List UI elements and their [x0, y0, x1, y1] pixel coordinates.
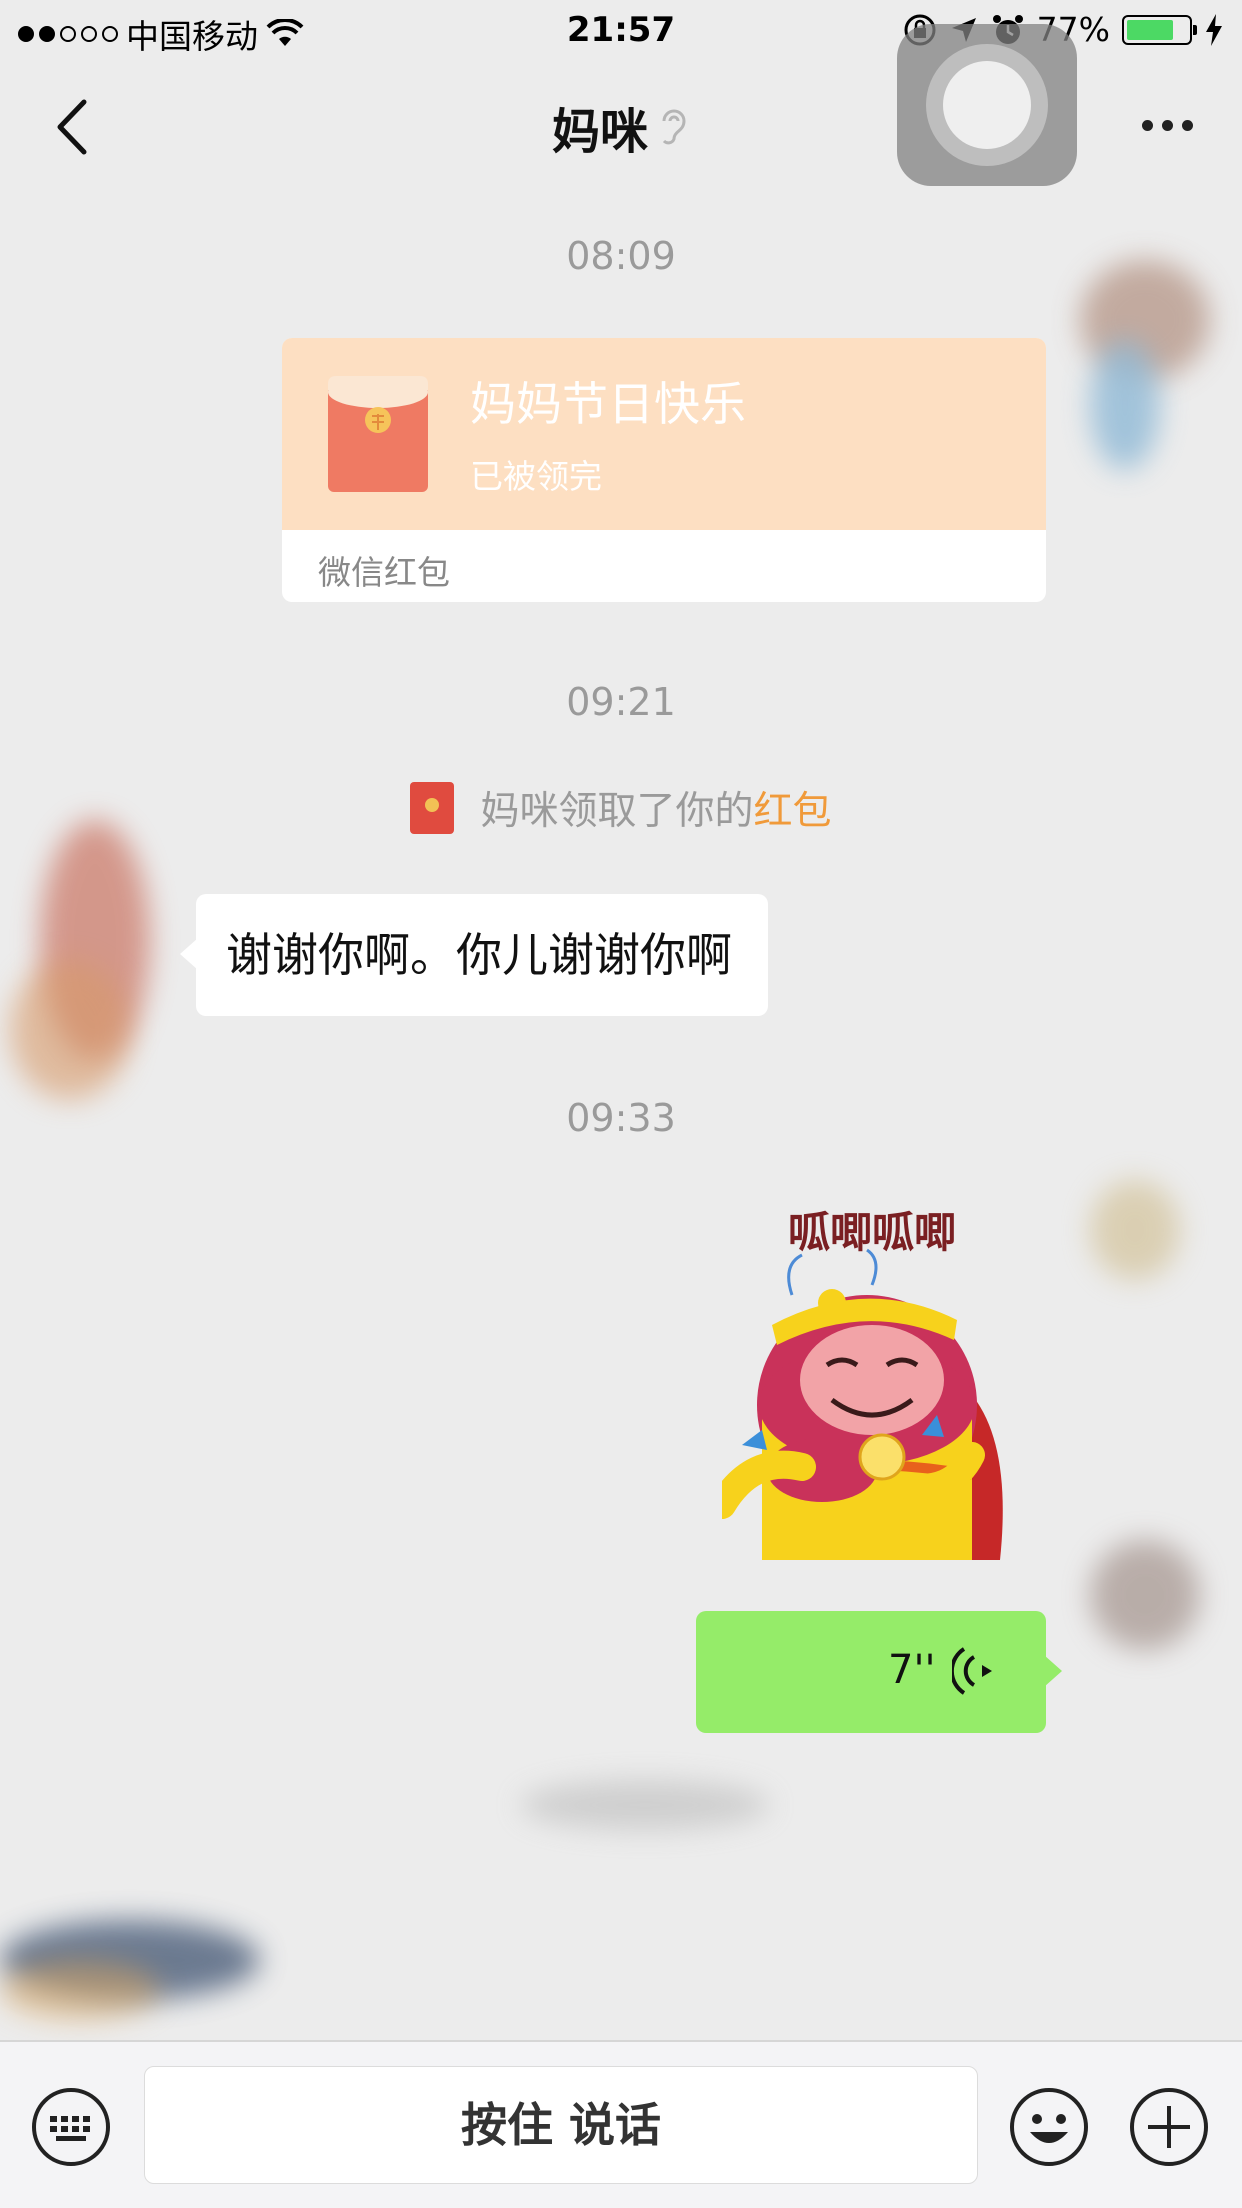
red-envelope-icon — [410, 782, 455, 834]
red-packet-body: 妈妈节日快乐 已被领完 — [282, 338, 1046, 530]
input-bar: 按住 说话 — [0, 2040, 1242, 2208]
wallpaper-smudge — [0, 1960, 160, 2020]
red-packet-status: 已被领完 — [470, 457, 602, 496]
message-timestamp: 08:09 — [566, 234, 676, 278]
red-packet-title: 妈妈节日快乐 — [470, 377, 746, 431]
plus-icon[interactable] — [1128, 2086, 1210, 2168]
hold-to-talk-button[interactable]: 按住 说话 — [144, 2066, 978, 2184]
incoming-text-message[interactable]: 谢谢你啊。你儿谢谢你啊 — [180, 894, 768, 1016]
wallpaper-smudge — [10, 960, 130, 1100]
more-icon[interactable] — [1132, 100, 1202, 150]
message-timestamp: 09:33 — [566, 1096, 676, 1140]
battery-icon — [1122, 14, 1197, 45]
earpiece-icon — [662, 109, 686, 145]
red-envelope-icon — [328, 376, 428, 492]
wallpaper-smudge — [1090, 340, 1160, 470]
wallpaper-smudge — [520, 1780, 770, 1830]
red-packet-footer: 微信红包 — [318, 553, 450, 592]
battery-level — [1127, 19, 1174, 40]
assistive-touch-button[interactable] — [897, 24, 1077, 186]
voice-message[interactable]: 7'' — [696, 1611, 1062, 1733]
sticker-message[interactable]: 呱唧呱唧 — [722, 1205, 1022, 1560]
contact-name: 妈咪 — [551, 104, 648, 160]
voice-duration: 7'' — [888, 1647, 936, 1693]
red-packet-link[interactable]: 红包 — [754, 789, 832, 834]
charging-icon — [1206, 13, 1222, 46]
voice-wave-icon — [952, 1647, 992, 1695]
notice-text: 妈咪领取了你的 — [480, 789, 754, 834]
wallpaper-smudge — [1090, 1180, 1180, 1280]
wallpaper-smudge — [1090, 1540, 1200, 1650]
keyboard-icon[interactable] — [30, 2086, 112, 2168]
red-packet-received-notice: 妈咪领取了你的红包 — [0, 780, 1242, 836]
emoji-icon[interactable] — [1008, 2086, 1090, 2168]
sticker-caption: 呱唧呱唧 — [788, 1208, 956, 1257]
red-packet-message[interactable]: 妈妈节日快乐 已被领完 微信红包 — [282, 338, 1046, 602]
message-timestamp: 09:21 — [566, 680, 676, 724]
